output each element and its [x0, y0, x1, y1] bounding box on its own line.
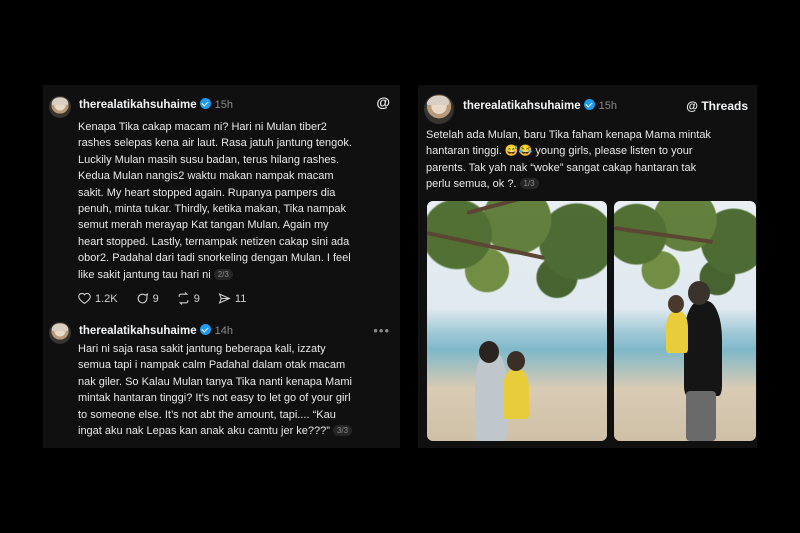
post-header: therealatikahsuhaime 15h [79, 98, 233, 111]
post-text-line: like sakit jantung tau hari ni 2/3 [78, 267, 398, 283]
post-text-line: Luckily Mulan masih susu badan, terus hi… [78, 153, 340, 166]
post-text-line: to someone else. It’s not abt the amount… [78, 408, 336, 421]
post-text-line: hantaran tinggi. 😅😂 young girls, please … [426, 145, 693, 158]
threads-brand-label: Threads [701, 99, 748, 113]
share-button[interactable]: 11 [218, 292, 246, 305]
post-text-line: nak giler. So Kalau Mulan tanya Tika nan… [78, 375, 352, 388]
like-count: 1.2K [95, 292, 118, 305]
post-photo-1[interactable] [427, 201, 607, 441]
post-time: 14h [214, 325, 233, 337]
post-text: Setelah ada Mulan, baru Tika faham kenap… [426, 127, 754, 193]
like-button[interactable]: 1.2K [78, 292, 118, 305]
post-text-line: penuh, minta tukar. Thirdly, ketika maka… [78, 203, 347, 216]
threads-logo-icon: @ [376, 94, 390, 110]
username-link[interactable]: therealatikahsuhaime [79, 99, 197, 111]
post-text-line: Hari ni saja rasa sakit jantung beberapa… [78, 343, 326, 355]
post-text: Kenapa Tika cakap macam ni? Hari ni Mula… [78, 119, 398, 283]
heart-icon [78, 292, 91, 305]
post-text-line: parents. Tak yah nak “woke” sangat cakap… [426, 161, 697, 174]
comment-count: 9 [152, 292, 159, 305]
comment-icon [137, 293, 148, 304]
post-text-line: semut merah merayap Kat tangan Mulan. Ag… [78, 219, 329, 232]
thread-pager-badge: 1/3 [519, 178, 539, 190]
post-text-line: sakit. My heart stopped again. Rupanya p… [78, 186, 336, 199]
threads-brand: @ Threads [686, 99, 748, 113]
post-time: 15h [598, 100, 617, 112]
post-actions: 1.2K 9 9 11 [78, 292, 246, 305]
comment-button[interactable]: 9 [136, 292, 159, 305]
verified-badge-icon [199, 98, 211, 109]
post-text-line: obor2. Padahal dari tadi snorkeling deng… [78, 252, 351, 265]
avatar[interactable] [424, 94, 454, 124]
post-header: therealatikahsuhaime 14h [79, 324, 233, 337]
post-text-line: perlu semua, ok ?. 1/3 [426, 176, 754, 192]
post-text: Hari ni saja rasa sakit jantung beberapa… [78, 341, 398, 439]
thread-pager-badge: 3/3 [332, 425, 353, 437]
left-screenshot-card: therealatikahsuhaime 15h @ Kenapa Tika ca… [43, 85, 400, 448]
username-link[interactable]: therealatikahsuhaime [463, 100, 581, 112]
repost-button[interactable]: 9 [177, 292, 200, 305]
verified-badge-icon [199, 324, 211, 335]
avatar[interactable] [49, 96, 71, 118]
verified-badge-icon [583, 99, 595, 110]
post-text-line: heart stopped. Lastly, ternampak netizen… [78, 235, 350, 248]
threads-logo-icon: @ [686, 99, 698, 113]
post-text-line: Kedua Mulan nangis2 waktu makan nampak m… [78, 170, 334, 183]
post-text-line: Kenapa Tika cakap macam ni? Hari ni Mula… [78, 121, 327, 133]
post-text-line: ingat aku nak Lepas kan anak aku camtu j… [78, 423, 398, 439]
username-link[interactable]: therealatikahsuhaime [79, 325, 197, 337]
post-photo-2[interactable] [614, 201, 756, 441]
post-text-line: Setelah ada Mulan, baru Tika faham kenap… [426, 129, 711, 141]
post-header: therealatikahsuhaime 15h [463, 99, 617, 112]
post-text-line: mintak hantaran tinggi? It’s not easy to… [78, 392, 351, 405]
repost-icon [178, 292, 189, 305]
avatar[interactable] [49, 322, 71, 344]
more-options-icon[interactable]: ••• [373, 323, 390, 338]
send-icon [218, 293, 231, 304]
repost-count: 9 [193, 292, 200, 305]
post-text-line: rashes selepas kena air laut. Rasa jatuh… [78, 137, 352, 150]
post-time: 15h [214, 99, 233, 111]
post-text-line: semua tapi i nampak calm Padahal dalam o… [78, 359, 346, 372]
thread-pager-badge: 2/3 [213, 268, 233, 280]
share-count: 11 [234, 292, 247, 305]
right-screenshot-card: therealatikahsuhaime 15h @ Threads Setela… [418, 85, 757, 448]
